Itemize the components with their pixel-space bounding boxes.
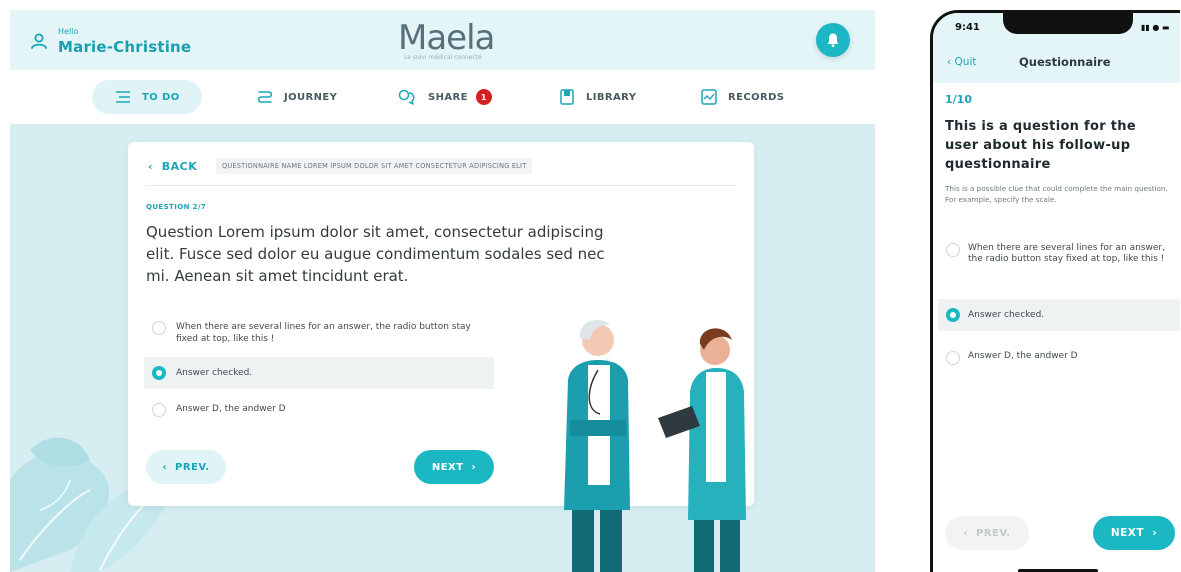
main-nav: TO DO JOURNEY SHARE 1 LIBRARY RECORDS [10,70,875,124]
answer-option-checked[interactable]: Answer checked. [144,357,494,389]
nav-library[interactable]: LIBRARY [558,80,636,114]
answer-label: When there are several lines for an answ… [176,322,471,344]
chevron-left-icon: ‹ [148,160,154,173]
divider [146,185,736,186]
answer-option[interactable]: Answer D, the andwer D [144,397,494,423]
answer-label: Answer checked. [968,309,1045,320]
chevron-right-icon: › [1152,527,1158,539]
answer-label: Answer D, the andwer D [968,351,1078,361]
quit-button[interactable]: ‹ Quit [947,56,977,68]
nav-records-label: RECORDS [728,91,785,103]
book-icon [560,89,574,105]
bell-icon [827,33,839,47]
next-button[interactable]: NEXT › [414,450,494,484]
question-progress: 1/10 [945,93,972,106]
nav-library-label: LIBRARY [586,91,637,103]
radio-button-checked[interactable] [946,308,960,322]
logo-tagline: Le suivi médical connecté [404,54,482,61]
chevron-left-icon: ‹ [963,527,969,539]
app-logo: Maela [398,18,495,58]
prev-button[interactable]: ‹ PREV. [146,450,226,484]
user-icon[interactable] [30,32,48,50]
list-icon [116,91,130,103]
answer-label: When there are several lines for an answ… [968,243,1165,264]
top-bar: Hello Marie-Christine Maela Le suivi méd… [10,10,875,70]
answer-label: Answer D, the andwer D [176,404,286,414]
quit-label: Quit [954,56,977,68]
notifications-button[interactable] [816,23,850,57]
greeting-label: Hello [58,27,79,36]
notification-badge: 1 [475,89,492,105]
mobile-view: 9:41 ▮▮ ● ▬ ‹ Quit Questionnaire 1/10 Th… [930,10,1180,572]
nav-share-label: SHARE [428,91,468,103]
answer-option[interactable]: When there are several lines for an answ… [144,315,494,351]
nav-todo[interactable]: TO DO [92,80,202,114]
prev-button[interactable]: ‹ PREV. [945,516,1029,550]
answer-option[interactable]: When there are several lines for an answ… [938,237,1180,271]
question-text: Question Lorem ipsum dolor sit amet, con… [146,223,605,285]
next-label: NEXT [431,461,464,473]
radio-button-checked[interactable] [152,366,166,380]
questionnaire-name: QUESTIONNAIRE NAME LOREM IPSUM DOLOR SIT… [216,158,533,174]
prev-label: PREV. [174,461,210,473]
mobile-header: ‹ Quit Questionnaire [933,43,1180,83]
nav-journey[interactable]: JOURNEY [256,80,337,114]
signal-wifi-battery-icon: ▮▮ ● ▬ [1141,23,1170,32]
question-clue: This is a possible clue that could compl… [945,184,1168,204]
radio-button[interactable] [152,321,166,335]
answer-option-checked[interactable]: Answer checked. [938,299,1180,331]
page-title: Questionnaire [1019,55,1111,69]
question-number: QUESTION 2/7 [146,203,207,211]
user-name[interactable]: Marie-Christine [58,38,191,56]
radio-button[interactable] [152,403,166,417]
answer-label: Answer checked. [176,368,253,378]
chevron-left-icon: ‹ [947,56,952,68]
path-icon [257,91,273,103]
chevron-right-icon: › [471,461,477,473]
phone-notch [1003,13,1133,34]
desktop-view: Hello Marie-Christine Maela Le suivi méd… [10,10,875,572]
next-button[interactable]: NEXT › [1093,516,1175,550]
nav-todo-label: TO DO [142,91,180,103]
share-chat-icon [398,89,415,105]
next-label: NEXT [1110,527,1145,539]
radio-button[interactable] [946,351,960,365]
question-text: This is a question for the user about hi… [945,119,1136,172]
nav-records[interactable]: RECORDS [700,80,784,114]
prev-label: PREV. [975,527,1011,539]
status-bar: 9:41 ▮▮ ● ▬ [933,13,1180,43]
nav-share[interactable]: SHARE 1 [398,80,492,114]
chevron-left-icon: ‹ [162,461,168,473]
radio-button[interactable] [946,243,960,257]
back-link[interactable]: ‹ BACK [148,160,197,173]
records-icon [701,89,717,105]
nav-journey-label: JOURNEY [284,91,338,103]
status-time: 9:41 [955,22,980,33]
answer-option[interactable]: Answer D, the andwer D [938,345,1180,371]
doctors-illustration [564,319,746,572]
back-label: BACK [161,160,198,173]
